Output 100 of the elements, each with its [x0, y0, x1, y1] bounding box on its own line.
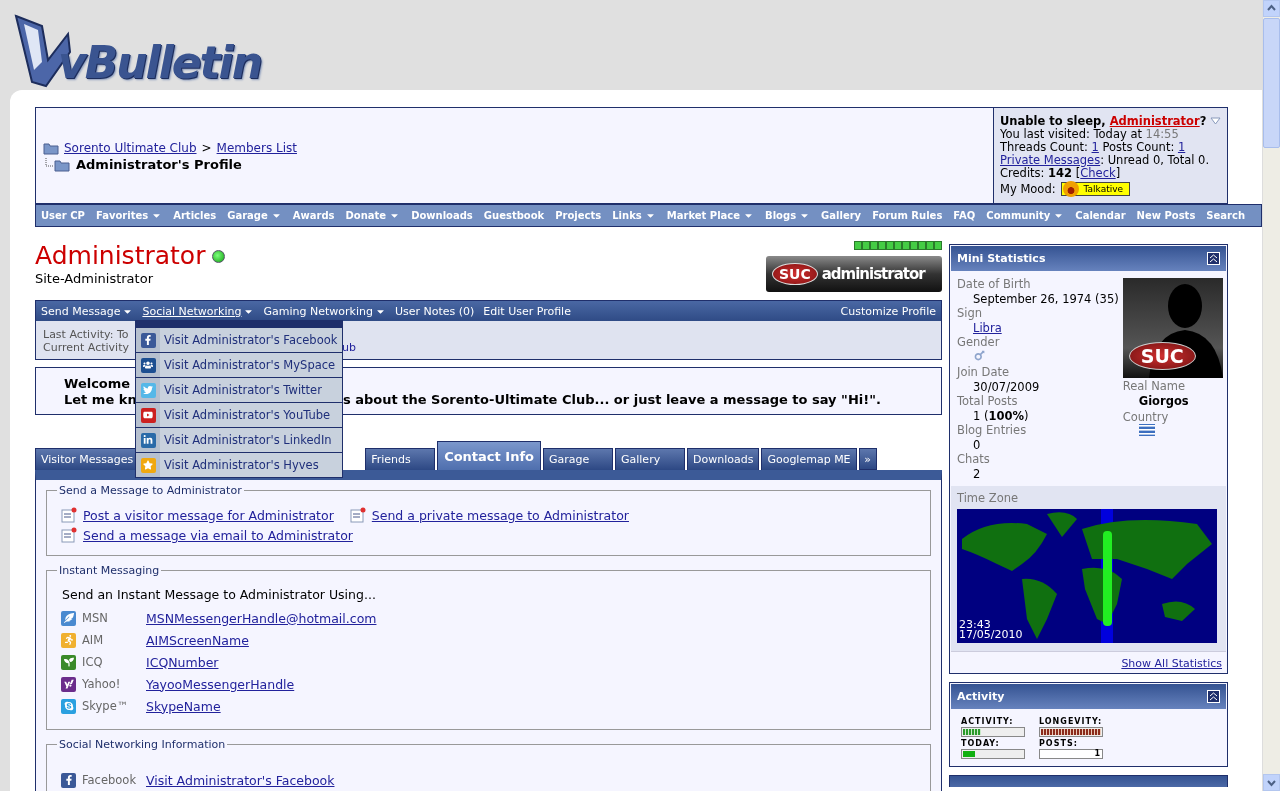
more-tabs-button[interactable]: »	[858, 448, 877, 470]
welcome-text: s about the Sorento-Ultimate Club... or just leave a message to say "Hi!".	[343, 392, 881, 408]
stat-label: Total Posts	[957, 395, 1019, 408]
posts-count: 1	[1039, 749, 1103, 759]
stat-value: 0	[972, 437, 982, 453]
meter-label: TODAY:	[961, 739, 1001, 748]
section-legend: Instant Messaging	[57, 564, 162, 577]
stat-label: Sign	[957, 307, 984, 320]
handle-link[interactable]: MSNMessengerHandle@hotmail.com	[146, 610, 377, 626]
dropdown-triangle-icon[interactable]	[1210, 117, 1221, 125]
stat-value: 30/07/2009	[972, 379, 1041, 395]
meter-label: ACTIVITY:	[961, 717, 1015, 726]
menu-item[interactable]: Visit Administrator's Facebook	[136, 328, 342, 352]
facebook-icon	[61, 772, 76, 788]
breadcrumb-link[interactable]: Sorento Ultimate Club	[64, 141, 197, 155]
handle-link[interactable]: AIMScreenName	[146, 632, 249, 648]
map-time: 23:43	[959, 620, 991, 630]
stat-label: Blog Entries	[957, 424, 1028, 437]
tab[interactable]: Gallery	[615, 448, 685, 470]
profile-menu-item[interactable]: Send Message	[41, 304, 134, 318]
star-icon	[140, 457, 156, 473]
last-visited-text: You last visited: Today at 14:55	[1000, 128, 1180, 141]
message-link[interactable]: Send a message via email to Administrator	[83, 527, 353, 543]
page-title: Administrator's Profile	[76, 157, 242, 172]
breadcrumb-separator: >	[201, 141, 212, 155]
greeting-text: Unable to sleep, Administrator?	[1000, 115, 1221, 128]
stat-label: Date of Birth	[957, 278, 1032, 291]
avatar-logo: SUC	[1128, 342, 1196, 370]
tab[interactable]: Contact Info	[437, 441, 541, 470]
menu-item[interactable]: Visit Administrator's Twitter	[136, 378, 342, 402]
panel-title: Mini Statistics	[957, 252, 1046, 265]
menu-item[interactable]: Visit Administrator's YouTube	[136, 403, 342, 427]
message-icon	[349, 507, 366, 523]
handle-link[interactable]: ICQNumber	[146, 654, 219, 670]
menu-item[interactable]: Visit Administrator's LinkedIn	[136, 428, 342, 452]
rank-text: administrator	[821, 265, 925, 283]
breadcrumb-link[interactable]: Members List	[216, 141, 297, 155]
map-date: 17/05/2010	[959, 630, 1023, 640]
last-activity-text: Last Activity: To	[43, 328, 129, 341]
stat-label: Join Date	[957, 366, 1011, 379]
message-link[interactable]: Post a visitor message for Administrator	[83, 507, 334, 523]
service-label: AIM	[82, 633, 105, 647]
profile-menu-item[interactable]: User Notes (0)	[394, 304, 475, 318]
stat-label: Chats	[957, 453, 991, 466]
counts-text: Threads Count: 1 Posts Count: 1	[1000, 141, 1187, 154]
handle-link[interactable]: SkypeName	[146, 698, 221, 714]
facebook-icon	[140, 332, 156, 348]
credits-text: Credits: 142 [Check]	[1000, 167, 1122, 180]
service-label: Skype™	[82, 699, 130, 713]
posts-count-link[interactable]: 1	[1177, 140, 1186, 154]
service-label: MSN	[82, 611, 109, 625]
rank-logo: SUC	[772, 263, 818, 285]
tab[interactable]: Downloads	[687, 448, 760, 470]
show-all-statistics-link[interactable]: Show All Statistics	[1121, 657, 1222, 670]
section-legend: Send a Message to Administrator	[57, 484, 244, 497]
youtube-icon	[140, 407, 156, 423]
service-label: Yahoo!	[82, 677, 122, 691]
folder-icon	[43, 141, 59, 155]
stat-value: September 26, 1974 (35)	[972, 291, 1119, 307]
social-link[interactable]: Visit Administrator's Facebook	[146, 772, 335, 788]
profile-menu-item[interactable]: Social Networking	[142, 304, 255, 318]
stat-label: Country	[1122, 411, 1170, 424]
scrollbar[interactable]	[1262, 0, 1280, 791]
stat-link[interactable]: Libra	[973, 321, 1002, 335]
male-icon	[973, 349, 986, 362]
tab[interactable]: Friends	[365, 448, 436, 470]
collapse-icon[interactable]	[1207, 252, 1220, 265]
scroll-down-button[interactable]	[1263, 774, 1280, 791]
current-activity-link[interactable]: ub	[342, 341, 356, 354]
stat-label: Gender	[957, 336, 1001, 349]
message-link[interactable]: Send a private message to Administrator	[371, 507, 629, 523]
menu-item[interactable]: Visit Administrator's MySpace	[136, 353, 342, 377]
threads-count-link[interactable]: 1	[1091, 140, 1099, 154]
username-link[interactable]: Administrator	[1109, 114, 1200, 128]
service-label: ICQ	[82, 655, 104, 669]
logo-text: vBulletin	[58, 37, 261, 88]
handle-link[interactable]: YayooMessengerHandle	[146, 676, 295, 692]
profile-menu-item[interactable]: Edit User Profile	[483, 304, 571, 318]
menu-item[interactable]: Visit Administrator's Hyves	[136, 453, 342, 477]
stat-label: Real Name	[1122, 380, 1187, 393]
scroll-thumb[interactable]	[1263, 18, 1280, 148]
current-activity-label: Current Activity	[43, 341, 129, 354]
panel-title: Activity	[957, 690, 1005, 703]
mood-label: My Mood:	[1000, 182, 1056, 196]
meter-label: LONGEVITY:	[1039, 717, 1104, 726]
linkedin-icon	[140, 432, 156, 448]
yahoo-icon	[61, 676, 76, 692]
customize-profile-link[interactable]: Customize Profile	[840, 304, 936, 318]
profile-menu-item[interactable]: Gaming Networking	[263, 304, 386, 318]
collapse-icon[interactable]	[1207, 690, 1220, 703]
mood-badge[interactable]: Talkative	[1060, 182, 1131, 196]
flower-icon	[61, 654, 76, 670]
people-icon	[140, 357, 156, 373]
stat-value: 2	[972, 466, 982, 482]
scroll-up-button[interactable]	[1263, 0, 1280, 17]
check-link[interactable]: Check	[1080, 166, 1116, 180]
tab[interactable]: Googlemap ME	[761, 448, 857, 470]
tab[interactable]: Garage	[543, 448, 613, 470]
stat-label: Time Zone	[957, 492, 1020, 505]
twitter-icon	[140, 382, 156, 398]
